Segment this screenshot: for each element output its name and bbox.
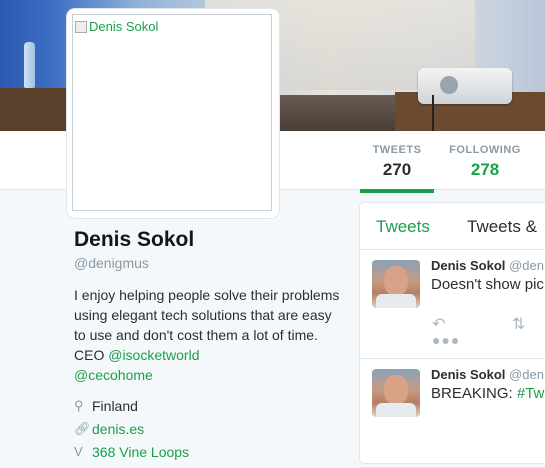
avatar[interactable]: Denis Sokol bbox=[67, 9, 279, 218]
stat-value: 270 bbox=[382, 160, 412, 179]
broken-image: Denis Sokol bbox=[75, 19, 158, 34]
tweet-item[interactable]: Denis Sokol @den BREAKING: #Tw bbox=[360, 359, 545, 468]
avatar-shirt bbox=[376, 403, 416, 417]
broken-image-icon bbox=[75, 20, 87, 33]
bio-link[interactable]: @isocketworld bbox=[108, 347, 199, 363]
stat-value: 278 bbox=[470, 160, 500, 179]
retweet-icon[interactable]: ⇅ bbox=[512, 314, 525, 334]
banner-table bbox=[0, 88, 68, 131]
avatar-alt-text: Denis Sokol bbox=[89, 19, 159, 34]
hashtag-link[interactable]: #Tw bbox=[517, 385, 545, 402]
following-stat[interactable]: FOLLOWING 278 bbox=[446, 144, 524, 180]
vine-row: V 368 Vine Loops bbox=[74, 440, 344, 463]
avatar-face bbox=[384, 375, 408, 405]
tweets-stat[interactable]: TWEETS 270 bbox=[360, 144, 434, 193]
bio-link[interactable]: @cecohome bbox=[74, 367, 153, 383]
vine-icon: V bbox=[74, 444, 83, 459]
timeline: Tweets Tweets & Denis Sokol @den Doesn't… bbox=[359, 202, 545, 468]
tweet-avatar[interactable] bbox=[372, 369, 420, 417]
profile-bio: I enjoy helping people solve their probl… bbox=[74, 285, 344, 385]
tweet-text: BREAKING: #Tw bbox=[431, 385, 544, 402]
stat-label: TWEETS bbox=[372, 144, 422, 156]
tweet-text-content: BREAKING: bbox=[431, 385, 517, 402]
vine-link[interactable]: 368 Vine Loops bbox=[92, 444, 189, 460]
tweet-item[interactable]: Denis Sokol @den Doesn't show pic ↶ ⇅ ●●… bbox=[360, 250, 545, 359]
avatar-face bbox=[384, 266, 408, 296]
tweet-header: Denis Sokol @den bbox=[431, 367, 544, 382]
banner-bottle bbox=[24, 42, 35, 88]
profile-handle[interactable]: @denigmus bbox=[74, 255, 344, 271]
reply-icon[interactable]: ↶ bbox=[432, 314, 445, 334]
more-icon[interactable]: ●●● bbox=[432, 332, 460, 348]
tab-tweets-replies[interactable]: Tweets & bbox=[467, 217, 537, 237]
tweet-author[interactable]: Denis Sokol bbox=[431, 367, 505, 382]
location-row: ⚲ Finland bbox=[74, 394, 344, 417]
stat-label: FOLLOWING bbox=[449, 144, 521, 156]
location-text: Finland bbox=[92, 397, 138, 414]
tweet-header: Denis Sokol @den bbox=[431, 258, 544, 273]
location-pin-icon: ⚲ bbox=[74, 397, 84, 413]
timeline-tabs: Tweets Tweets & bbox=[360, 203, 545, 250]
tweet-text: Doesn't show pic bbox=[431, 276, 544, 293]
website-row: 🔗︎ denis.es bbox=[74, 417, 344, 440]
avatar-image[interactable]: Denis Sokol bbox=[72, 14, 272, 211]
profile-card: Denis Sokol @denigmus I enjoy helping pe… bbox=[74, 228, 344, 463]
tweet-avatar[interactable] bbox=[372, 260, 420, 308]
tweet-handle[interactable]: @den bbox=[509, 258, 544, 273]
tweet-author[interactable]: Denis Sokol bbox=[431, 258, 505, 273]
banner-cable bbox=[432, 95, 434, 131]
tab-tweets[interactable]: Tweets bbox=[376, 217, 430, 237]
profile-name[interactable]: Denis Sokol bbox=[74, 228, 344, 252]
profile-meta: ⚲ Finland 🔗︎ denis.es V 368 Vine Loops bbox=[74, 394, 344, 463]
link-icon: 🔗︎ bbox=[74, 420, 91, 436]
tweet-handle[interactable]: @den bbox=[509, 367, 544, 382]
avatar-shirt bbox=[376, 294, 416, 308]
website-link[interactable]: denis.es bbox=[92, 421, 144, 437]
tweet-text-content: Doesn't show pic bbox=[431, 276, 544, 293]
